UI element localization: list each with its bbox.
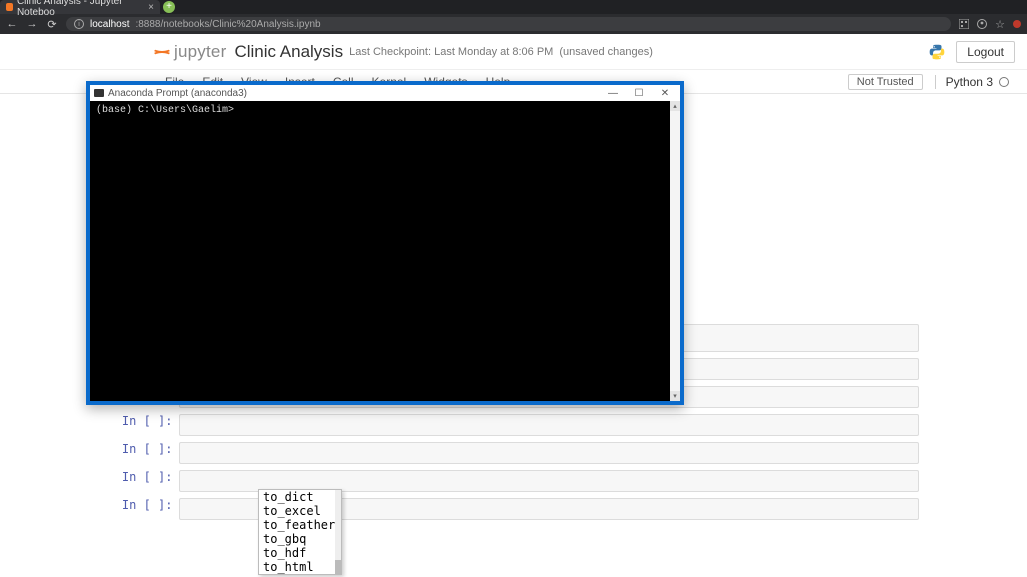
scroll-down-button[interactable]: ▾ [670, 391, 680, 401]
cell-prompt: In [ ]: [109, 414, 179, 436]
autocomplete-item[interactable]: to_html [259, 560, 341, 574]
scroll-track[interactable] [670, 111, 680, 391]
kernel-name: Python 3 [946, 75, 993, 89]
jupyter-favicon [6, 3, 13, 11]
autocomplete-item[interactable]: to_excel [259, 504, 341, 518]
close-button[interactable]: ✕ [652, 86, 678, 100]
forward-button[interactable]: → [26, 18, 38, 30]
url-host: localhost [90, 19, 129, 30]
autocomplete-popup[interactable]: to_dict to_excel to_feather to_gbq to_hd… [258, 489, 342, 575]
new-tab-button[interactable]: + [163, 1, 175, 13]
autocomplete-item[interactable]: to_dict [259, 490, 341, 504]
terminal-title: Anaconda Prompt (anaconda3) [108, 88, 600, 99]
qr-icon[interactable] [959, 19, 969, 29]
kernel-status-icon [999, 77, 1009, 87]
back-button[interactable]: ← [6, 18, 18, 30]
trust-indicator[interactable]: Not Trusted [848, 74, 923, 90]
jupyter-logo-text: jupyter [174, 42, 226, 62]
browser-toolbar-right: ☆ [959, 18, 1021, 31]
terminal-icon [94, 89, 104, 97]
terminal-scrollbar[interactable]: ▴ ▾ [670, 101, 680, 401]
new-tab-area: + [160, 0, 178, 14]
python-logo-icon [928, 43, 946, 61]
extension-icon[interactable] [1013, 20, 1021, 28]
reload-button[interactable]: ⟳ [46, 18, 58, 31]
url-path: :8888/notebooks/Clinic%20Analysis.ipynb [135, 19, 320, 30]
bookmark-star-icon[interactable]: ☆ [995, 18, 1005, 31]
unsaved-indicator: (unsaved changes) [559, 46, 653, 58]
terminal-titlebar[interactable]: Anaconda Prompt (anaconda3) ― ☐ ✕ [90, 85, 680, 101]
jupyter-header: jupyter Clinic Analysis Last Checkpoint:… [0, 34, 1027, 70]
jupyter-logo-icon [150, 42, 170, 62]
code-cell[interactable]: In [ ]: [109, 470, 919, 492]
cell-input[interactable] [179, 442, 919, 464]
address-bar[interactable]: i localhost :8888/notebooks/Clinic%20Anal… [66, 17, 951, 31]
scroll-up-button[interactable]: ▴ [670, 101, 680, 111]
cell-prompt: In [ ]: [109, 470, 179, 492]
autocomplete-scroll-thumb[interactable] [335, 560, 341, 574]
minimize-button[interactable]: ― [600, 86, 626, 100]
autocomplete-item[interactable]: to_gbq [259, 532, 341, 546]
checkpoint-text: Last Checkpoint: Last Monday at 8:06 PM [349, 46, 553, 58]
maximize-button[interactable]: ☐ [626, 86, 652, 100]
cell-input[interactable] [179, 414, 919, 436]
avatar-icon[interactable] [977, 19, 987, 29]
browser-tab[interactable]: Clinic Analysis - Jupyter Noteboo × [0, 0, 160, 14]
terminal-prompt-line: (base) C:\Users\Gaelim> [96, 105, 234, 116]
autocomplete-item[interactable]: to_hdf [259, 546, 341, 560]
cell-prompt: In [ ]: [109, 442, 179, 464]
notebook-name[interactable]: Clinic Analysis [234, 42, 343, 62]
code-cell[interactable]: In [ ]: [109, 414, 919, 436]
code-cell[interactable]: In [ ]: [109, 498, 919, 520]
autocomplete-item[interactable]: to_feather [259, 518, 341, 532]
terminal-body[interactable]: (base) C:\Users\Gaelim> ▴ ▾ [90, 101, 680, 401]
close-tab-icon[interactable]: × [148, 2, 154, 13]
logout-button[interactable]: Logout [956, 41, 1015, 63]
anaconda-prompt-window[interactable]: Anaconda Prompt (anaconda3) ― ☐ ✕ (base)… [86, 81, 684, 405]
cell-prompt: In [ ]: [109, 498, 179, 520]
site-info-icon[interactable]: i [74, 19, 84, 29]
kernel-indicator[interactable]: Python 3 [935, 75, 1009, 89]
browser-toolbar: ← → ⟳ i localhost :8888/notebooks/Clinic%… [0, 14, 1027, 34]
browser-tab-strip: Clinic Analysis - Jupyter Noteboo × + [0, 0, 1027, 14]
terminal-content[interactable]: (base) C:\Users\Gaelim> [90, 101, 680, 401]
jupyter-logo[interactable]: jupyter [150, 42, 226, 62]
code-cell[interactable]: In [ ]: [109, 442, 919, 464]
tab-title: Clinic Analysis - Jupyter Noteboo [17, 0, 144, 18]
